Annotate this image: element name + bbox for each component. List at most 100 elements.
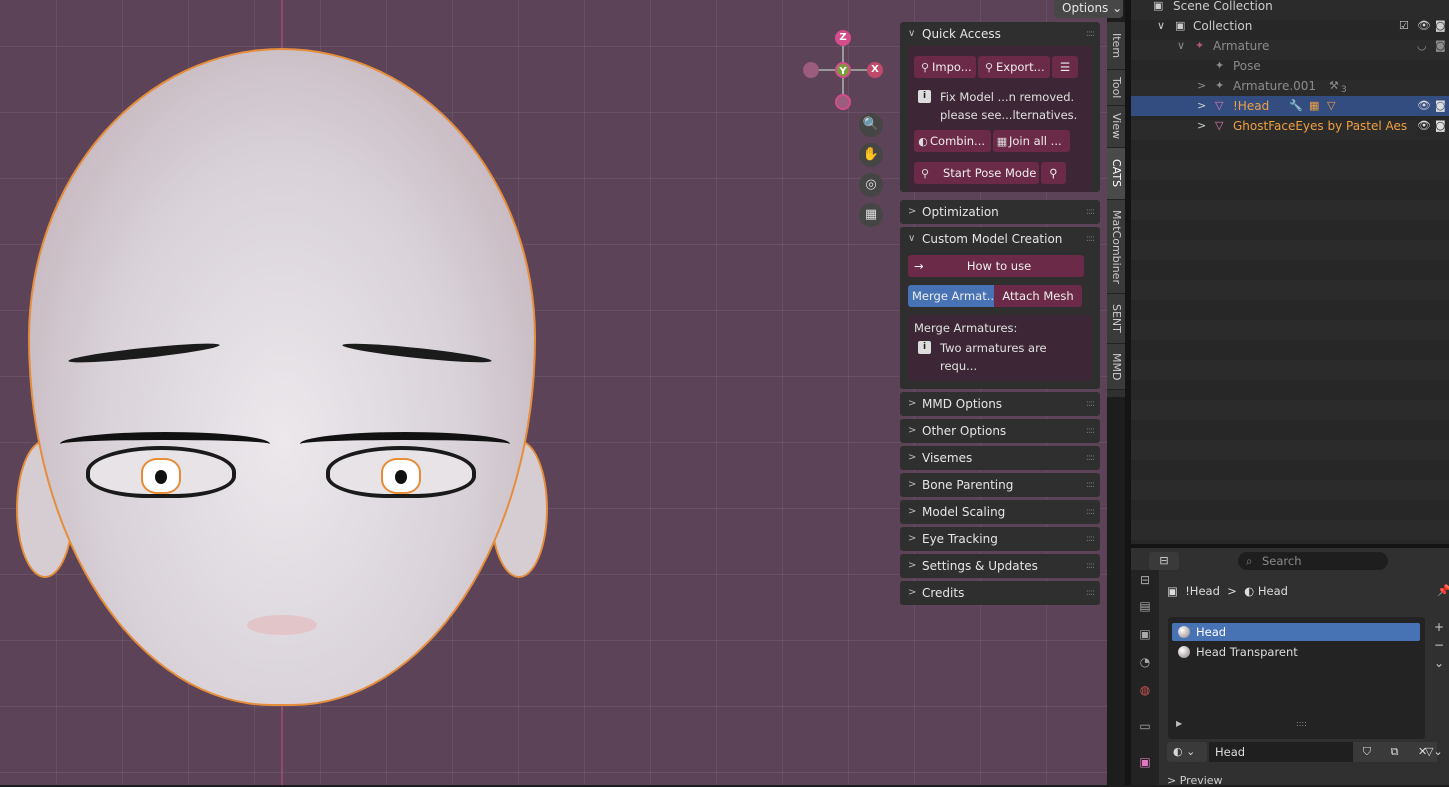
optimization-section[interactable]: > Optimization:::: bbox=[900, 200, 1100, 224]
merge-info-text: Two armatures are requ... bbox=[940, 341, 1047, 373]
expand-triangle-icon[interactable]: ▶ bbox=[1176, 719, 1182, 728]
output-tab-icon[interactable]: ▣ bbox=[1135, 624, 1155, 644]
drag-grip-icon[interactable]: :::: bbox=[1086, 581, 1095, 605]
join-all-button[interactable]: ▦ Join all ... bbox=[993, 130, 1070, 152]
material-name-field[interactable]: Head bbox=[1209, 742, 1353, 762]
pose-row[interactable]: ✦ Pose bbox=[1131, 56, 1449, 76]
search-input[interactable]: ⌕ Search bbox=[1238, 552, 1388, 570]
tab-attach-mesh[interactable]: Attach Mesh bbox=[994, 285, 1082, 307]
zoom-icon[interactable]: 🔍 bbox=[859, 113, 883, 137]
editor-type-dropdown[interactable]: ⊟ bbox=[1149, 552, 1179, 570]
collapsed-section[interactable]: > MMD Options:::: bbox=[900, 392, 1100, 416]
tab-cats[interactable]: CATS bbox=[1107, 148, 1125, 200]
pan-hand-icon[interactable]: ✋ bbox=[859, 143, 883, 167]
scene-collection-row[interactable]: ▣ Scene Collection bbox=[1131, 0, 1449, 16]
material-browse-dropdown[interactable]: ◐ ⌄ bbox=[1167, 742, 1207, 762]
combine-label: Combin... bbox=[930, 134, 986, 148]
collapsed-section[interactable]: > Model Scaling:::: bbox=[900, 500, 1100, 524]
object-tab-icon[interactable]: ▣ bbox=[1135, 752, 1155, 772]
collection-row[interactable]: ∨ ▣ Collection ☑ 👁 ◙ bbox=[1131, 16, 1449, 36]
scene-tab-icon[interactable]: ◔ bbox=[1135, 652, 1155, 672]
gizmo-x-axis[interactable]: X bbox=[867, 62, 883, 78]
list-item[interactable]: Head bbox=[1172, 623, 1420, 641]
chevron-down-icon[interactable]: ⌄ bbox=[1434, 654, 1448, 672]
armature001-row[interactable]: > ✦ Armature.001 ⚒ 3 bbox=[1131, 76, 1449, 96]
world-tab-icon[interactable]: ◍ bbox=[1135, 680, 1155, 700]
right-iris bbox=[381, 458, 421, 494]
collapsed-section[interactable]: > Bone Parenting:::: bbox=[900, 473, 1100, 497]
camera-icon[interactable]: ◙ bbox=[1435, 96, 1446, 116]
link-dropdown[interactable]: ▽⌄ bbox=[1425, 742, 1449, 762]
duplicate-icon[interactable]: ⧉ bbox=[1391, 742, 1399, 762]
camera-icon[interactable]: ◎ bbox=[859, 173, 883, 197]
gizmo-z-axis[interactable]: Z bbox=[835, 30, 851, 46]
tool-tab-icon[interactable]: ⊟ bbox=[1135, 570, 1155, 590]
tab-mmd[interactable]: MMD bbox=[1107, 344, 1125, 390]
render-tab-icon[interactable]: ▤ bbox=[1135, 596, 1155, 616]
eye-closed-icon[interactable]: ◡ bbox=[1417, 36, 1427, 56]
how-to-use-button[interactable]: → How to use bbox=[908, 255, 1084, 277]
import-button[interactable]: ⚲ Impo... bbox=[914, 56, 976, 78]
collection-tab-icon[interactable]: ▭ bbox=[1135, 716, 1155, 736]
gizmo-y-axis[interactable]: Y bbox=[835, 62, 851, 78]
checkbox-icon[interactable]: ☑ bbox=[1399, 16, 1409, 36]
resize-grip-icon[interactable]: :::: bbox=[1296, 719, 1307, 728]
camera-icon[interactable]: ◙ bbox=[1435, 116, 1446, 136]
slot-add-remove[interactable]: + − ⌄ bbox=[1434, 618, 1448, 672]
list-item[interactable]: Head Transparent bbox=[1172, 643, 1420, 661]
collapsed-section[interactable]: > Credits:::: bbox=[900, 581, 1100, 605]
camera-icon[interactable]: ◙ bbox=[1435, 16, 1446, 36]
drag-grip-icon[interactable]: :::: bbox=[1086, 500, 1095, 524]
menu-button[interactable]: ☰ bbox=[1052, 56, 1078, 78]
outliner[interactable]: ▣ Scene Collection ∨ ▣ Collection ☑ 👁 ◙ ∨ ✦ Arma… bbox=[1131, 0, 1449, 544]
tab-sent[interactable]: SENT bbox=[1107, 294, 1125, 344]
drag-grip-icon[interactable]: :::: bbox=[1086, 22, 1095, 46]
material-ball-icon bbox=[1178, 646, 1190, 658]
start-pose-mode-button[interactable]: ⚲ Start Pose Mode bbox=[914, 162, 1039, 184]
collapsed-section[interactable]: > Other Options:::: bbox=[900, 419, 1100, 443]
add-icon[interactable]: + bbox=[1434, 618, 1448, 636]
options-dropdown[interactable]: Options ⌄ bbox=[1054, 0, 1123, 18]
camera-icon[interactable]: ◙ bbox=[1435, 36, 1446, 56]
tab-matcombiner[interactable]: MatCombiner bbox=[1107, 200, 1125, 294]
armature-row[interactable]: ∨ ✦ Armature ◡ ◙ bbox=[1131, 36, 1449, 56]
remove-icon[interactable]: − bbox=[1434, 636, 1448, 654]
pin-icon[interactable]: 📌 bbox=[1437, 584, 1449, 597]
gizmo-neg-z-axis[interactable] bbox=[835, 94, 851, 110]
collapsed-section[interactable]: > Eye Tracking:::: bbox=[900, 527, 1100, 551]
merge-armatures-heading: Merge Armatures: bbox=[914, 321, 1018, 335]
tab-tool[interactable]: Tool bbox=[1107, 70, 1125, 106]
drag-grip-icon[interactable]: :::: bbox=[1086, 419, 1095, 443]
collapsed-section[interactable]: > Visemes:::: bbox=[900, 446, 1100, 470]
drag-grip-icon[interactable]: :::: bbox=[1086, 554, 1095, 578]
fake-user-shield-icon[interactable]: ⛉ bbox=[1363, 742, 1371, 762]
drag-grip-icon[interactable]: :::: bbox=[1086, 227, 1095, 251]
eye-icon[interactable]: 👁 bbox=[1417, 116, 1431, 136]
eye-icon[interactable]: 👁 bbox=[1417, 96, 1431, 116]
tab-item[interactable]: Item bbox=[1107, 22, 1125, 70]
chevron-right-icon: > bbox=[1197, 79, 1207, 92]
drag-grip-icon[interactable]: :::: bbox=[1086, 527, 1095, 551]
grid-icon[interactable]: ▦ bbox=[859, 203, 883, 227]
drag-grip-icon[interactable]: :::: bbox=[1086, 473, 1095, 497]
drag-grip-icon[interactable]: :::: bbox=[1086, 392, 1095, 416]
eye-icon[interactable]: 👁 bbox=[1417, 16, 1431, 36]
combine-materials-button[interactable]: ◐ Combin... bbox=[914, 130, 991, 152]
tab-merge-armatures[interactable]: Merge Armat... bbox=[908, 285, 994, 307]
head-mesh[interactable] bbox=[28, 48, 536, 706]
preview-panel-header[interactable]: > Preview bbox=[1167, 774, 1223, 787]
gizmo-neg-x-axis[interactable] bbox=[803, 62, 819, 78]
custom-model-header[interactable]: ∨ Custom Model Creation:::: bbox=[900, 227, 1100, 251]
drag-grip-icon[interactable]: :::: bbox=[1086, 200, 1095, 224]
pose-options-button[interactable]: ⚲ bbox=[1041, 162, 1066, 184]
material-slot-list[interactable]: Head Head Transparent ▶ :::: bbox=[1168, 617, 1425, 739]
breadcrumb-material: Head bbox=[1257, 584, 1288, 598]
quick-access-header[interactable]: ∨ Quick Access:::: bbox=[900, 22, 1100, 46]
eyes-row[interactable]: > ▽ GhostFaceEyes by Pastel Aes 👁 ◙ bbox=[1131, 116, 1449, 136]
sidebar-panel: ∨ Quick Access:::: ⚲ Impo... ⚲ Export... ☰ … bbox=[900, 22, 1100, 648]
export-button[interactable]: ⚲ Export... bbox=[978, 56, 1050, 78]
tab-view[interactable]: View bbox=[1107, 106, 1125, 148]
head-row[interactable]: > ▽ !Head 🔧 ▦ ▽ 👁 ◙ bbox=[1131, 96, 1449, 116]
drag-grip-icon[interactable]: :::: bbox=[1086, 446, 1095, 470]
collapsed-section[interactable]: > Settings & Updates:::: bbox=[900, 554, 1100, 578]
